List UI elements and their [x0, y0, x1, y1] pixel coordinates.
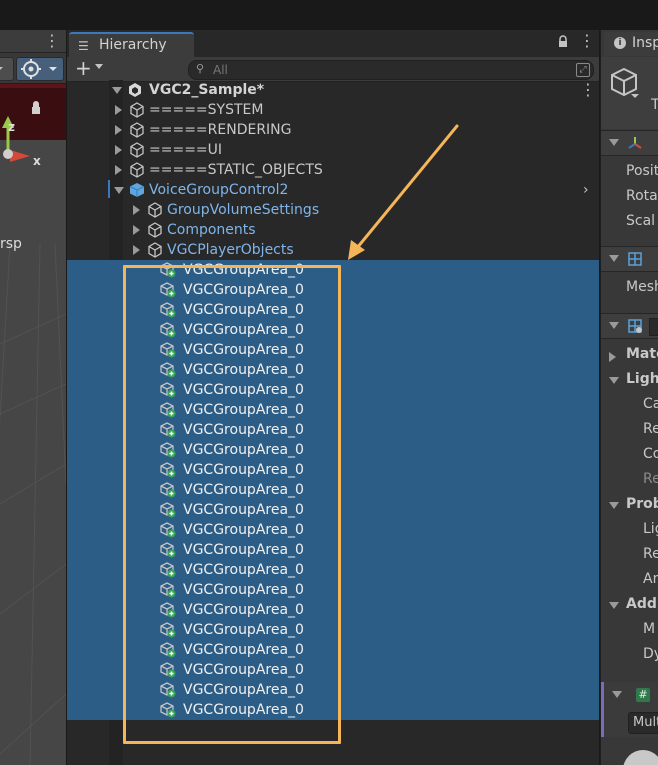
scene-kebab-icon[interactable]: ⋮ — [44, 31, 60, 50]
fold-open-icon[interactable] — [609, 255, 619, 262]
info-icon: i — [614, 37, 626, 49]
position-label: Posit — [626, 163, 658, 179]
inspector-property-label: Re — [643, 471, 658, 487]
scene-viewport[interactable]: z x rsp — [0, 84, 66, 765]
axis-z-label: z — [8, 120, 15, 134]
top-bar — [0, 0, 658, 30]
inspector-tab[interactable]: i Insp — [604, 32, 658, 56]
transform-component-header[interactable] — [601, 130, 658, 156]
search-expand-icon[interactable]: ⤢ — [576, 63, 590, 77]
fold-open-icon[interactable] — [612, 691, 622, 698]
scene-grid — [0, 84, 66, 765]
tag-label: T — [651, 97, 658, 113]
enable-checkbox[interactable] — [649, 318, 658, 336]
hierarchy-tab-label: Hierarchy — [99, 37, 167, 53]
fold-closed-icon[interactable] — [609, 352, 616, 362]
inspector-property-label: Lig — [643, 521, 658, 537]
inspector-property-label: Ligh — [626, 371, 658, 387]
list-icon: ☰ — [78, 39, 89, 53]
inspector-property-label: Addi — [626, 596, 658, 612]
fold-open-icon[interactable] — [609, 602, 619, 609]
inspector-object-header: T — [601, 57, 658, 129]
hierarchy-tab[interactable]: ☰ Hierarchy — [69, 32, 194, 58]
chevron-down-icon — [0, 67, 3, 70]
mesh-label: Mesh — [626, 279, 658, 295]
inspector-property-label: Dy — [643, 646, 658, 662]
scale-label: Scal — [626, 213, 656, 229]
create-button[interactable]: + — [75, 57, 92, 79]
inspector-tab-label: Insp — [632, 35, 658, 51]
mesh-renderer-icon — [628, 319, 642, 333]
search-input[interactable] — [213, 61, 553, 79]
inspector-property-label: Ca — [643, 396, 658, 412]
scene-panel: ⋮ z x rsp — [0, 30, 66, 765]
inspector-property-label: Co — [643, 446, 658, 462]
fold-open-icon[interactable] — [609, 322, 619, 329]
hierarchy-panel: ☰ Hierarchy ⋮ + ⚲ ⤢ VGC2_Sample* ⋮ =====… — [67, 30, 599, 765]
search-icon: ⚲ — [196, 62, 205, 75]
gameobject-icon — [611, 67, 639, 98]
axis-x-label: x — [33, 154, 41, 168]
fold-open-icon[interactable] — [609, 502, 619, 509]
script-icon: # — [636, 688, 650, 702]
fold-open-icon[interactable] — [609, 139, 619, 146]
hierarchy-tree: VGC2_Sample* ⋮ =====SYSTEM =====RENDERING… — [67, 80, 599, 765]
scene-toolbar — [0, 53, 66, 84]
tool-dropdown-button[interactable] — [0, 57, 14, 81]
gizmo-toggle-button[interactable] — [16, 57, 64, 81]
inspector-property-label: Re — [643, 546, 658, 562]
hierarchy-toolbar: + ⚲ ⤢ — [67, 57, 599, 82]
rotation-label: Rota — [626, 188, 658, 204]
preview-sphere — [623, 750, 658, 765]
annotation-arrow — [348, 124, 459, 260]
gizmo-icon — [21, 59, 57, 79]
fold-open-icon[interactable] — [609, 377, 619, 384]
meshfilter-component-header[interactable] — [601, 246, 658, 272]
lock-icon[interactable] — [557, 35, 569, 49]
transform-icon — [628, 137, 642, 149]
create-dropdown-icon[interactable] — [95, 64, 103, 69]
inspector-panel: i Insp T Posit Rota Scal Mesh — [600, 30, 658, 765]
inspector-property-label: Re — [643, 421, 658, 437]
hierarchy-kebab-icon[interactable]: ⋮ — [579, 31, 595, 50]
search-field[interactable]: ⚲ ⤢ — [188, 60, 594, 80]
inspector-property-label: An — [643, 571, 658, 587]
meshrenderer-component-header[interactable] — [601, 313, 658, 339]
inspector-property-label: Prob — [626, 496, 658, 512]
perspective-label[interactable]: rsp — [0, 236, 22, 252]
mesh-filter-icon — [628, 252, 642, 266]
inspector-property-label: M — [643, 621, 656, 637]
inspector-property-label: Mate — [626, 346, 658, 362]
scene-tab[interactable]: ⋮ — [0, 30, 66, 53]
mult-dropdown[interactable]: Mult — [628, 712, 658, 734]
